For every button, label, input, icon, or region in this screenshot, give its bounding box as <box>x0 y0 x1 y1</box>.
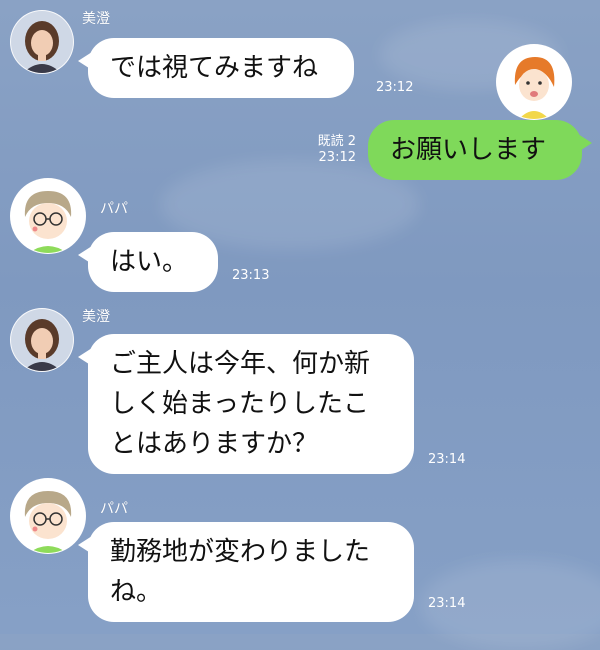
man-with-glasses-illustration-icon <box>11 179 85 253</box>
read-status: 既読 2 <box>317 134 356 149</box>
sender-name: パパ <box>100 501 128 517</box>
message-text-line: ね。 <box>110 577 163 607</box>
message-text-line: 勤務地が変わりました <box>110 537 371 567</box>
message-time: 23:12 <box>318 150 356 165</box>
sender-name: 美澄 <box>82 11 110 27</box>
sender-name: 美澄 <box>82 309 110 325</box>
avatar-papa[interactable] <box>10 478 86 554</box>
incoming-message-bubble[interactable]: ご主人は今年、何か新 しく始まったりしたこ とはありますか？ <box>78 334 414 474</box>
message-text: はい。 <box>110 247 189 277</box>
avatar-papa[interactable] <box>10 178 86 254</box>
woman-portrait-icon <box>11 309 73 371</box>
outgoing-message-bubble[interactable]: お願いします <box>368 120 592 180</box>
avatar-self[interactable] <box>496 44 572 120</box>
woman-portrait-icon <box>11 11 73 73</box>
message-text-line: とはありますか？ <box>110 429 319 459</box>
avatar-misumi[interactable] <box>10 308 74 372</box>
message-time: 23:14 <box>428 452 466 467</box>
incoming-message-bubble[interactable]: 勤務地が変わりました ね。 <box>78 522 414 622</box>
avatar-misumi[interactable] <box>10 10 74 74</box>
man-with-glasses-illustration-icon <box>11 479 85 553</box>
message-text: では視てみますね <box>110 53 319 83</box>
message-text: お願いします <box>390 135 547 165</box>
message-time: 23:13 <box>232 268 270 283</box>
message-time: 23:14 <box>428 596 466 611</box>
incoming-message-bubble[interactable]: はい。 <box>78 232 218 292</box>
girl-illustration-icon <box>497 45 571 119</box>
message-text-line: しく始まったりしたこ <box>110 389 369 419</box>
message-time: 23:12 <box>376 80 414 95</box>
message-text-line: ご主人は今年、何か新 <box>110 349 371 379</box>
incoming-message-bubble[interactable]: では視てみますね <box>78 38 354 98</box>
read-receipt: 既読 2 23:12 <box>300 134 356 166</box>
sender-name: パパ <box>100 201 128 217</box>
